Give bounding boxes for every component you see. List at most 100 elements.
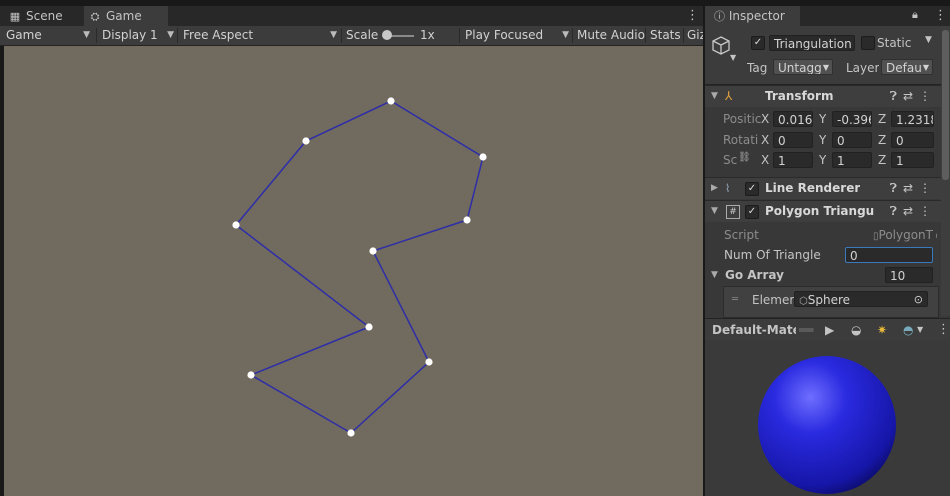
- position-y-label: Y: [819, 112, 827, 126]
- transform-body: Positic X 0.0167 Y -0.396 Z 1.2318 Rotat…: [705, 107, 941, 171]
- go-array-fold-arrow-icon[interactable]: ▼: [711, 270, 718, 280]
- icon-dropdown-arrow-icon[interactable]: ▼: [730, 53, 736, 62]
- help-icon[interactable]: ❓︎: [890, 181, 903, 195]
- presets-icon[interactable]: ⇄: [903, 89, 919, 103]
- scale-x-field[interactable]: 1: [773, 152, 813, 168]
- divider: [96, 28, 97, 43]
- presets-icon[interactable]: ⇄: [903, 204, 919, 218]
- divider: [572, 28, 573, 43]
- preview-sphere-icon[interactable]: ◓: [903, 319, 913, 341]
- help-icon[interactable]: ❓︎: [890, 89, 903, 103]
- element-value: Sphere: [807, 293, 851, 307]
- dropdown-arrow-icon: ▼: [83, 30, 90, 40]
- fold-arrow-right-icon[interactable]: ▶: [711, 178, 718, 199]
- stats-button[interactable]: Stats: [650, 26, 681, 45]
- tab-scene-label: Scene: [26, 9, 63, 23]
- aspect-dropdown[interactable]: Free Aspect ▼: [183, 26, 337, 45]
- tag-dropdown[interactable]: Untagg ▼: [773, 59, 833, 75]
- lock-icon[interactable]: 🔒︎: [912, 8, 918, 22]
- dropdown-arrow-icon: ▼: [822, 63, 829, 72]
- polygon-component-header[interactable]: ▼ # ✓ Polygon Triangulat ❓︎⇄⋮: [705, 200, 941, 222]
- tab-inspector[interactable]: ⓘ Inspector: [705, 6, 800, 26]
- transform-component-header[interactable]: ▼ ⅄ Transform ❓︎⇄⋮: [705, 85, 941, 107]
- play-mode-dropdown[interactable]: Play Focused ▼: [465, 26, 569, 45]
- gameobject-cube-icon: [712, 36, 730, 55]
- component-menu-kebab-icon[interactable]: ⋮: [919, 181, 937, 195]
- info-icon: ⓘ: [714, 10, 725, 23]
- dropdown-arrow-icon: ▼: [330, 30, 337, 40]
- static-dropdown-arrow-icon[interactable]: ▼: [925, 35, 932, 45]
- element-object-field[interactable]: ⬡Sphere ⊙: [794, 291, 928, 307]
- script-label: Script: [724, 228, 759, 242]
- game-menu-kebab-icon[interactable]: ⋮: [686, 6, 699, 26]
- scale-z-field[interactable]: 1: [891, 152, 934, 168]
- position-x-label: X: [761, 112, 770, 126]
- presets-icon[interactable]: ⇄: [903, 181, 919, 195]
- position-label: Positic: [723, 112, 761, 126]
- fold-arrow-icon[interactable]: ▼: [711, 201, 718, 222]
- preview-menu-kebab-icon[interactable]: ⋮: [937, 319, 950, 341]
- go-array-count-field[interactable]: 10: [885, 267, 933, 283]
- game-dropdown[interactable]: Game ▼: [6, 26, 92, 45]
- position-x-field[interactable]: 0.0167: [773, 111, 813, 127]
- rotation-y-field[interactable]: 0: [832, 132, 872, 148]
- scale-label: Scale: [346, 28, 379, 42]
- scale-z-label: Z: [878, 153, 887, 167]
- divider: [177, 28, 178, 43]
- play-mode-label: Play Focused: [465, 28, 544, 42]
- fold-arrow-icon[interactable]: ▼: [711, 86, 718, 107]
- polygon-body: Script ▯PolygonT⊙ Num Of Triangle 0 ▼ Go…: [705, 222, 941, 318]
- layer-value: Defau: [886, 61, 922, 75]
- material-preview[interactable]: [705, 340, 950, 496]
- mute-audio-button[interactable]: Mute Audio: [577, 26, 645, 45]
- gizmos-button[interactable]: Giz: [687, 26, 703, 45]
- rotation-y-label: Y: [819, 133, 827, 147]
- polygon-vertex: [463, 216, 471, 224]
- tag-label: Tag: [747, 61, 768, 75]
- line-renderer-component-header[interactable]: ▶ ⌇ ✓ Line Renderer ❓︎⇄⋮: [705, 177, 941, 199]
- component-menu-kebab-icon[interactable]: ⋮: [919, 89, 937, 103]
- component-menu-kebab-icon[interactable]: ⋮: [919, 204, 937, 218]
- component-icons: ❓︎⇄⋮: [890, 201, 937, 222]
- rotation-z-label: Z: [878, 133, 887, 147]
- rotation-x-field[interactable]: 0: [773, 132, 813, 148]
- script-field[interactable]: ▯PolygonT⊙: [873, 227, 937, 245]
- game-view[interactable]: [4, 46, 703, 496]
- position-z-field[interactable]: 1.2318: [891, 111, 934, 127]
- gamepad-icon: ⛭: [90, 10, 100, 23]
- component-icons: ❓︎⇄⋮: [890, 178, 937, 199]
- divider: [459, 28, 460, 43]
- preview-mesh-icon[interactable]: ◒: [851, 319, 861, 341]
- help-icon[interactable]: ❓︎: [890, 204, 903, 218]
- drag-bar-icon[interactable]: ══: [799, 319, 813, 341]
- static-checkbox[interactable]: [861, 36, 875, 50]
- scale-y-field[interactable]: 1: [832, 152, 872, 168]
- display-dropdown[interactable]: Display 1 ▼: [102, 26, 174, 45]
- tab-game[interactable]: ⛭ Game: [84, 6, 168, 26]
- active-checkbox[interactable]: ✓: [751, 36, 765, 50]
- dropdown-arrow-icon[interactable]: ▼: [917, 319, 923, 341]
- play-icon[interactable]: ▶: [825, 319, 834, 341]
- constrain-proportions-link-icon[interactable]: ⛓: [738, 152, 751, 163]
- transform-title: Transform: [765, 89, 834, 103]
- scale-slider-handle[interactable]: [382, 30, 392, 40]
- polygon-vertex: [302, 137, 310, 145]
- inspector-scrollbar-thumb[interactable]: [942, 30, 949, 180]
- layer-dropdown[interactable]: Defau ▼: [881, 59, 933, 75]
- inspector-menu-kebab-icon[interactable]: ⋮: [934, 6, 947, 26]
- rotation-x-label: X: [761, 133, 770, 147]
- tab-scene[interactable]: ▦ Scene: [8, 6, 63, 26]
- position-y-field[interactable]: -0.396: [832, 111, 872, 127]
- num-of-triangle-field[interactable]: 0: [845, 247, 933, 263]
- num-of-triangle-label: Num Of Triangle: [724, 248, 821, 262]
- material-sphere: [758, 356, 896, 494]
- drag-handle-icon[interactable]: ═: [732, 294, 738, 305]
- preview-lights-icon[interactable]: ✷: [877, 319, 887, 341]
- tab-inspector-label: Inspector: [728, 9, 785, 23]
- polygon-enabled-checkbox[interactable]: ✓: [745, 205, 759, 219]
- object-name-field[interactable]: Triangulation: [769, 35, 855, 51]
- rotation-z-field[interactable]: 0: [891, 132, 934, 148]
- object-picker-icon[interactable]: ⊙: [914, 292, 923, 306]
- polygon-vertex: [425, 358, 433, 366]
- line-renderer-enabled-checkbox[interactable]: ✓: [745, 182, 759, 196]
